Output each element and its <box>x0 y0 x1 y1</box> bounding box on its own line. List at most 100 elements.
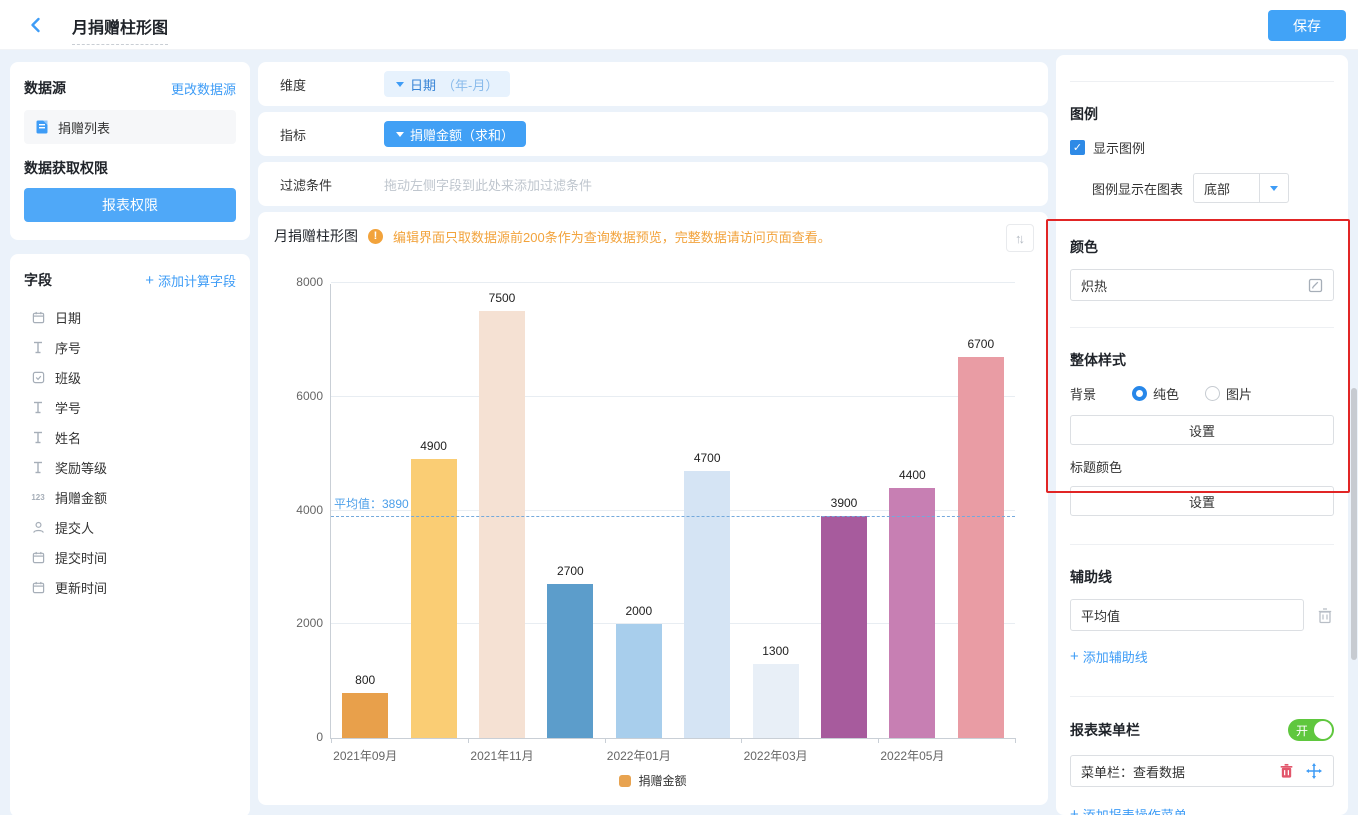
bar-3900[interactable] <box>821 516 867 738</box>
edit-icon[interactable] <box>1308 278 1323 293</box>
legend-position-select[interactable]: 底部 <box>1193 173 1290 203</box>
background-set-button[interactable]: 设置 <box>1070 415 1334 445</box>
report-editor: 月捐赠柱形图 保存 数据源 更改数据源 捐赠列表 数据获取权限 报表权限 字段 … <box>0 0 1358 815</box>
bar-6700[interactable] <box>957 356 1004 738</box>
caret-down-icon <box>396 81 404 87</box>
bg-solid-radio[interactable]: 纯色 <box>1132 384 1179 403</box>
field-label: 奖励等级 <box>55 460 108 476</box>
chart-legend[interactable]: 捐赠金额 <box>258 772 1048 789</box>
divider <box>1070 544 1334 545</box>
average-reference-line <box>331 515 1015 517</box>
x-axis-tick <box>331 738 332 743</box>
filter-placeholder: 拖动左侧字段到此处来添加过滤条件 <box>384 177 593 193</box>
top-bar: 月捐赠柱形图 保存 <box>0 0 1358 50</box>
change-datasource-link[interactable]: 更改数据源 <box>171 79 236 98</box>
bar-7500[interactable] <box>479 311 525 738</box>
radio-on-icon <box>1132 386 1147 401</box>
dimension-pill[interactable]: 日期 （年-月） <box>384 71 511 97</box>
add-menu-link[interactable]: +添加报表操作菜单 <box>1070 805 1187 815</box>
field-label: 序号 <box>55 340 82 356</box>
metric-pill[interactable]: 捐赠金额（求和） <box>384 121 527 147</box>
menu-item-label: 菜单栏：查看数据 <box>1081 764 1186 780</box>
bar-value-label: 3900 <box>830 496 858 511</box>
bg-image-radio[interactable]: 图片 <box>1205 384 1252 403</box>
menu-item-row[interactable]: 菜单栏：查看数据 <box>1070 755 1334 787</box>
bar-2000[interactable] <box>615 624 662 738</box>
scrollbar-thumb[interactable] <box>1351 388 1357 660</box>
field-item[interactable]: 日期 <box>24 302 236 332</box>
field-item[interactable]: 提交时间 <box>24 542 236 572</box>
chart-card: 月捐赠柱形图 ! 编辑界面只取数据源前200条作为查询数据预览，完整数据请访问页… <box>258 212 1048 805</box>
page-title[interactable]: 月捐赠柱形图 <box>72 14 169 45</box>
field-item[interactable]: 序号 <box>24 332 236 362</box>
calendar-icon <box>30 309 46 325</box>
bar-value-label: 2700 <box>557 564 584 579</box>
field-item[interactable]: 奖励等级 <box>24 452 236 482</box>
fields-list: 日期序号班级 学号 姓名奖励等级 123 捐赠金额提交人提交时间 更新时间 <box>24 302 236 602</box>
color-theme-input[interactable]: 炽热 <box>1070 269 1334 301</box>
report-permission-button[interactable]: 报表权限 <box>24 188 236 222</box>
checkbox-checked-icon[interactable]: ✓ <box>1070 140 1085 155</box>
divider <box>1070 327 1334 328</box>
delete-auxline-button[interactable] <box>1316 606 1334 624</box>
x-axis-tick <box>1015 738 1016 743</box>
datasource-card: 数据源 更改数据源 捐赠列表 数据获取权限 报表权限 <box>10 62 250 240</box>
bar-4700[interactable] <box>684 470 731 738</box>
field-item[interactable]: 学号 <box>24 392 236 422</box>
bar-1300[interactable] <box>752 664 799 738</box>
delete-menu-item-button[interactable] <box>1277 762 1295 780</box>
bar-value-label: 7500 <box>488 291 516 306</box>
style-section-title: 整体样式 <box>1070 352 1126 368</box>
field-item[interactable]: 班级 <box>24 362 236 392</box>
menu-toggle[interactable]: 开 <box>1288 719 1334 741</box>
move-menu-item-handle[interactable] <box>1305 762 1323 780</box>
add-auxline-link[interactable]: + 添加辅助线 <box>1070 647 1148 666</box>
trash-icon <box>1318 607 1332 623</box>
text-icon <box>30 399 46 415</box>
background-label: 背景 <box>1070 387 1097 402</box>
bar-value-label: 4900 <box>420 439 447 454</box>
datasource-item[interactable]: 捐赠列表 <box>24 110 236 144</box>
field-item[interactable]: 提交人 <box>24 512 236 542</box>
show-legend-checkbox-row[interactable]: ✓ 显示图例 <box>1070 138 1334 157</box>
bar-800[interactable] <box>342 692 389 738</box>
save-button[interactable]: 保存 <box>1268 10 1346 41</box>
bar-4900[interactable] <box>410 459 457 738</box>
field-item[interactable]: 更新时间 <box>24 572 236 602</box>
fields-title: 字段 <box>24 272 52 288</box>
field-item[interactable]: 123 捐赠金额 <box>24 482 236 512</box>
calendar-icon <box>30 549 46 565</box>
field-label: 提交人 <box>55 520 95 536</box>
chart-warning-text: 编辑界面只取数据源前200条作为查询数据预览，完整数据请访问页面查看。 <box>393 229 831 245</box>
x-axis-tick <box>741 738 743 743</box>
main-area: 维度 日期 （年-月） 指标 捐赠金额（求和） 过滤条件 拖动左侧字段到此处来添加… <box>258 62 1048 805</box>
y-axis-label: 0 <box>316 730 323 744</box>
average-line-label: 平均值：3890 <box>334 496 409 511</box>
add-calc-field-link[interactable]: + 添加计算字段 <box>145 271 236 290</box>
y-axis-label: 8000 <box>296 275 323 289</box>
field-label: 日期 <box>55 310 82 326</box>
bar-4400[interactable] <box>889 487 936 738</box>
legend-label: 捐赠金额 <box>638 774 687 788</box>
x-axis-label: 2022年03月 <box>743 749 808 763</box>
bar-value-label: 6700 <box>967 336 995 351</box>
number-icon: 123 <box>31 492 45 502</box>
legend-swatch <box>619 774 632 787</box>
filter-row[interactable]: 过滤条件 拖动左侧字段到此处来添加过滤条件 <box>258 162 1048 206</box>
x-axis-label: 2022年05月 <box>880 749 945 763</box>
sort-button[interactable]: ↑↓ <box>1006 224 1034 252</box>
auxline-name-input[interactable]: 平均值 <box>1070 599 1304 631</box>
chevron-down-icon <box>1270 185 1279 191</box>
fields-card: 字段 + 添加计算字段 日期序号班级 学号 姓名奖励等级 123 捐赠金额提交人提交时间更… <box>10 254 250 815</box>
title-color-set-button[interactable]: 设置 <box>1070 486 1334 516</box>
plus-icon: + <box>1070 806 1079 815</box>
x-axis-label: 2021年11月 <box>470 749 534 763</box>
x-axis-tick <box>878 738 880 743</box>
bar-2700[interactable] <box>547 584 594 738</box>
x-axis-tick <box>467 738 469 743</box>
y-axis-label: 2000 <box>296 616 323 631</box>
settings-panel: 图例 ✓ 显示图例 图例显示在图表 底部 颜色 炽热 整体样式 背景 纯色 图片… <box>1056 55 1348 815</box>
field-item[interactable]: 姓名 <box>24 422 236 452</box>
back-button[interactable] <box>26 15 46 35</box>
filter-label: 过滤条件 <box>280 177 333 193</box>
